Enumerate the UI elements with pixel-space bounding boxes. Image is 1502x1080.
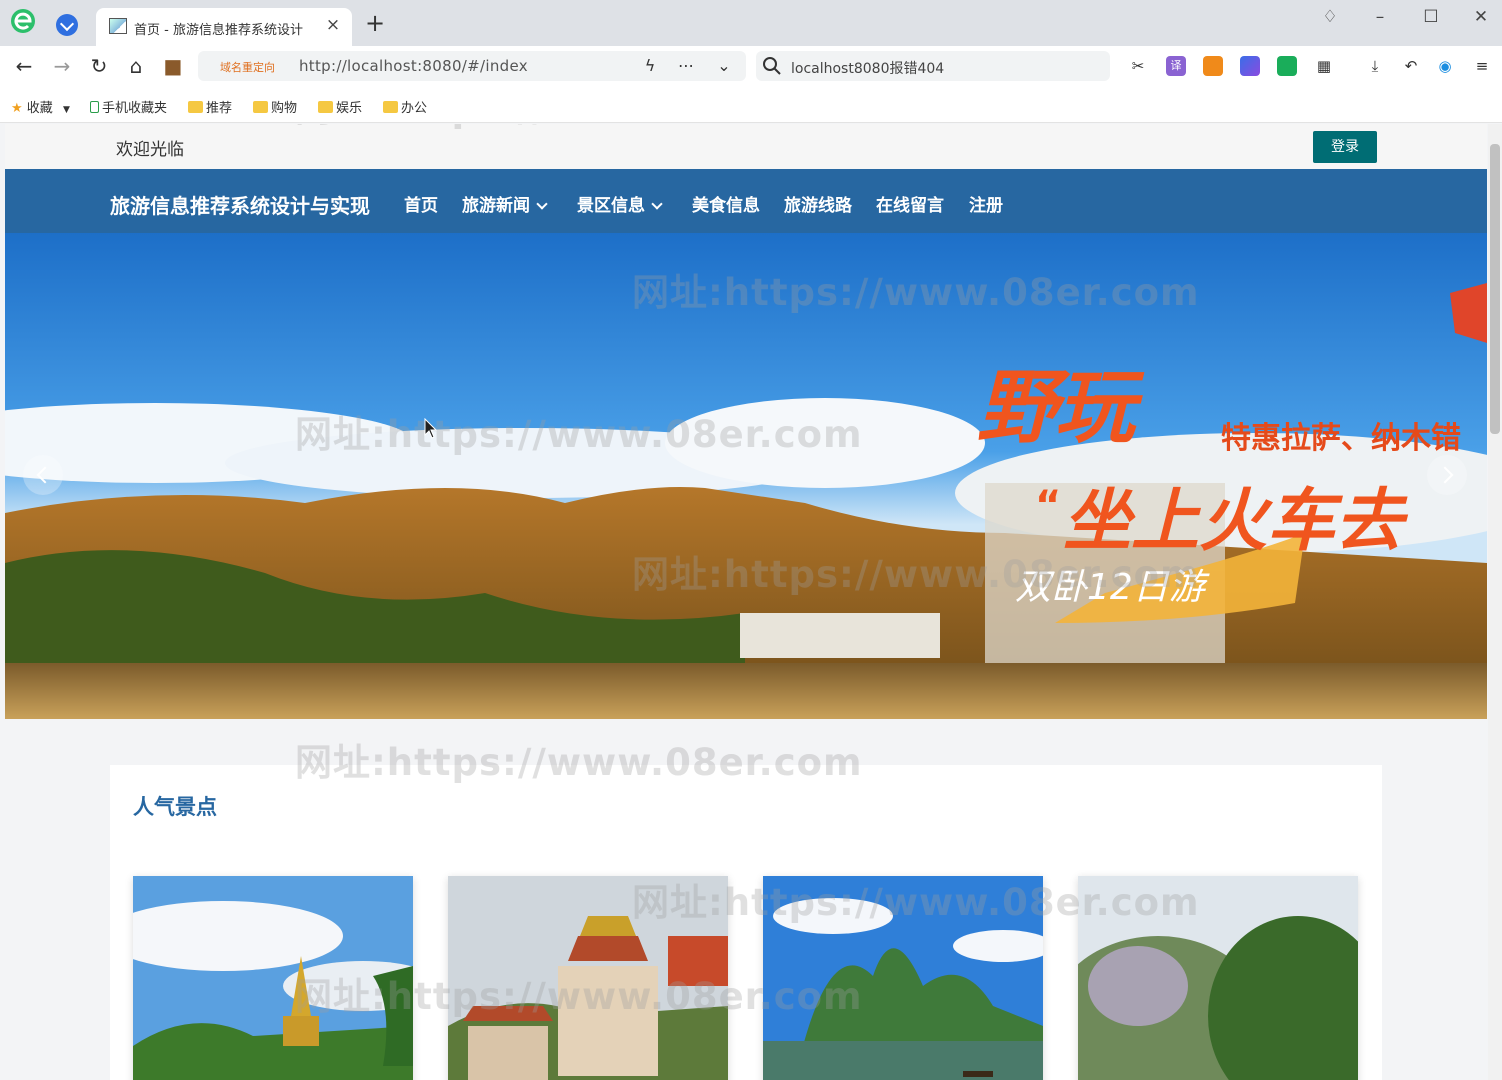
scrollbar-thumb[interactable] (1490, 144, 1500, 434)
attraction-image (448, 876, 728, 1080)
briefcase-icon[interactable]: ■ (160, 54, 186, 78)
browser-toolbar: ← → ↻ ⌂ ■ 域名重定向 http://localhost:8080/#/… (0, 46, 1502, 86)
tab-close-icon[interactable]: × (324, 16, 342, 34)
banner-slogan-main: 野玩 (977, 361, 1135, 454)
undo-icon[interactable]: ↶ (1401, 56, 1421, 76)
skin-icon[interactable]: ♢ (1318, 6, 1342, 28)
nav-home[interactable]: 首页 (404, 191, 438, 216)
bookmark-folder-shopping[interactable]: 购物 (253, 97, 297, 116)
bookmark-folder-entertainment[interactable]: 娱乐 (318, 97, 362, 116)
search-icon[interactable] (762, 56, 782, 76)
sync-icon[interactable]: ◉ (1435, 56, 1455, 76)
download-icon[interactable]: ⤓ (1365, 56, 1385, 76)
back-icon[interactable]: ← (11, 54, 37, 78)
welcome-text: 欢迎光临 (116, 140, 184, 160)
star-icon: ★ (11, 101, 23, 116)
folder-icon (188, 101, 203, 113)
home-icon[interactable]: ⌂ (123, 54, 149, 78)
cut-icon[interactable]: ✂ (1128, 56, 1148, 76)
banner-slogan-trip: 双卧12日游 (1015, 567, 1205, 608)
attraction-image (763, 876, 1043, 1080)
attraction-card[interactable] (448, 876, 728, 1080)
section-title: 人气景点 (133, 795, 217, 819)
folder-icon (253, 101, 268, 113)
attraction-card[interactable] (1078, 876, 1358, 1080)
banner-quote-mark: “ (1035, 483, 1062, 529)
search-bar[interactable]: localhost8080报错404 (756, 51, 1110, 81)
browser-tab[interactable]: 首页 - 旅游信息推荐系统设计 × (96, 8, 352, 46)
site-topbar: 欢迎光临 登录 (5, 124, 1487, 169)
apps-icon[interactable]: ▦ (1314, 56, 1334, 76)
tab-title: 首页 - 旅游信息推荐系统设计 (134, 23, 303, 38)
carousel-next-arrow-icon[interactable] (1427, 455, 1467, 495)
site-navbar: 旅游信息推荐系统设计与实现 首页 旅游新闻 景区信息 美食信息 旅游线路 在线留… (5, 169, 1487, 233)
minimize-icon[interactable]: – (1368, 6, 1392, 28)
nav-travel-routes[interactable]: 旅游线路 (784, 191, 852, 216)
popular-attractions-section: 人气景点 (110, 765, 1382, 1080)
translate-icon[interactable]: 译 (1166, 56, 1186, 76)
extension-icon[interactable] (56, 14, 78, 36)
site-brand[interactable]: 旅游信息推荐系统设计与实现 (110, 190, 370, 219)
login-button[interactable]: 登录 (1313, 131, 1377, 163)
forward-icon[interactable]: → (49, 54, 75, 78)
phone-icon (90, 101, 99, 113)
new-tab-icon[interactable]: + (364, 11, 386, 35)
redirect-tag[interactable]: 域名重定向 (220, 59, 275, 75)
attraction-image (133, 876, 413, 1080)
mouse-cursor-icon (424, 418, 438, 439)
attraction-image (1078, 876, 1358, 1080)
bookmark-favorites[interactable]: ★ 收藏 ▼ (11, 97, 70, 116)
banner-carousel[interactable]: 野玩 特惠拉萨、纳木错 “ 坐上火车去 双卧12日游 (5, 233, 1487, 719)
bookmark-folder-office[interactable]: 办公 (383, 97, 427, 116)
search-text[interactable]: localhost8080报错404 (791, 58, 944, 78)
bookmark-folder-recommend[interactable]: 推荐 (188, 97, 232, 116)
url-text[interactable]: http://localhost:8080/#/index (299, 57, 528, 75)
menu-icon[interactable]: ≡ (1472, 56, 1492, 76)
game-icon[interactable] (1203, 56, 1223, 76)
dropdown-icon[interactable]: ⌄ (713, 55, 735, 77)
page-viewport: 欢迎光临 登录 旅游信息推荐系统设计与实现 首页 旅游新闻 景区信息 美食信息 … (0, 124, 1502, 1080)
banner-slogan-sub: 特惠拉萨、纳木错 (1221, 421, 1461, 456)
caret-down-icon[interactable]: ▼ (63, 105, 70, 115)
folder-icon (383, 101, 398, 113)
folder-icon (318, 101, 333, 113)
page-scrollbar[interactable] (1488, 124, 1502, 1080)
attraction-card[interactable] (763, 876, 1043, 1080)
nav-travel-news[interactable]: 旅游新闻 (462, 191, 548, 216)
wechat-icon[interactable] (1277, 56, 1297, 76)
chevron-down-icon (536, 198, 548, 210)
more-icon[interactable]: ⋯ (675, 55, 697, 77)
address-bar[interactable]: 域名重定向 http://localhost:8080/#/index ϟ ⋯ … (198, 51, 746, 81)
bolt-icon[interactable]: ϟ (639, 55, 661, 77)
chevron-down-icon (651, 198, 663, 210)
bookmark-mobile[interactable]: 手机收藏夹 (90, 97, 167, 116)
browser-logo-icon[interactable] (8, 6, 38, 36)
close-window-icon[interactable]: ✕ (1469, 6, 1493, 28)
tab-favicon-icon (109, 18, 127, 34)
nav-register[interactable]: 注册 (969, 191, 1003, 216)
attraction-card[interactable] (133, 876, 413, 1080)
screenshot-icon[interactable] (1240, 56, 1260, 76)
nav-food-info[interactable]: 美食信息 (692, 191, 760, 216)
nav-messages[interactable]: 在线留言 (876, 191, 944, 216)
reload-icon[interactable]: ↻ (86, 54, 112, 78)
nav-scenic-info[interactable]: 景区信息 (577, 191, 663, 216)
banner-slogan-train: 坐上火车去 (1063, 482, 1404, 561)
maximize-icon[interactable]: ☐ (1419, 6, 1443, 28)
bookmarks-bar: ★ 收藏 ▼ 手机收藏夹 推荐 购物 娱乐 办公 (0, 86, 1502, 123)
browser-tab-strip: 首页 - 旅游信息推荐系统设计 × + ♢ – ☐ ✕ (0, 0, 1502, 46)
carousel-prev-arrow-icon[interactable] (23, 455, 63, 495)
